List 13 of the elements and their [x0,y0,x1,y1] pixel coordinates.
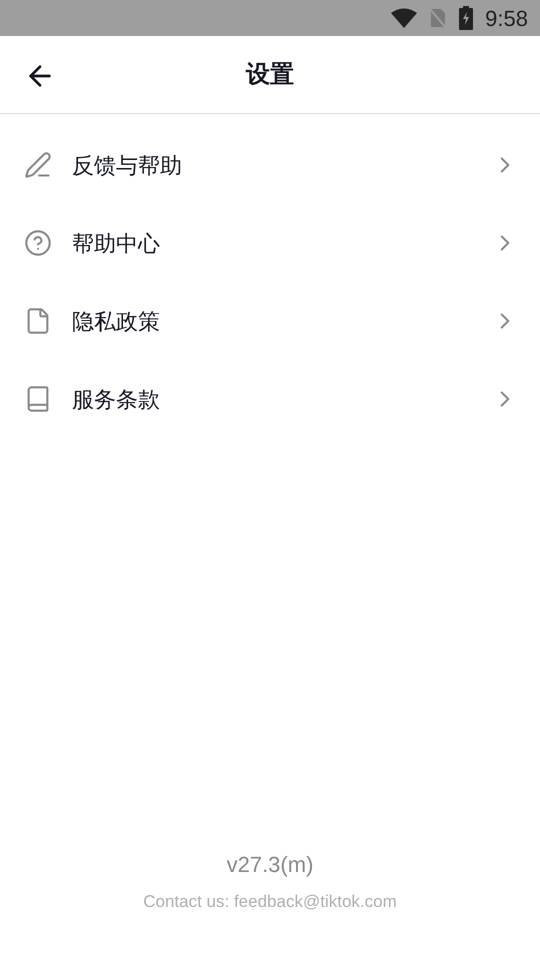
wifi-icon [391,8,418,28]
help-icon [24,229,52,257]
no-sim-icon [429,7,448,29]
page-title: 设置 [246,60,294,90]
pencil-icon [24,151,52,179]
battery-icon [459,6,474,30]
menu-item[interactable]: 服务条款 [0,360,540,438]
menu-item[interactable]: 反馈与帮助 [0,126,540,204]
version-text: v27.3(m) [226,850,314,878]
contact-text: Contact us: feedback@tiktok.com [143,890,397,912]
status-time: 9:58 [485,4,528,32]
menu-item[interactable]: 帮助中心 [0,204,540,282]
menu-item[interactable]: 隐私政策 [0,282,540,360]
